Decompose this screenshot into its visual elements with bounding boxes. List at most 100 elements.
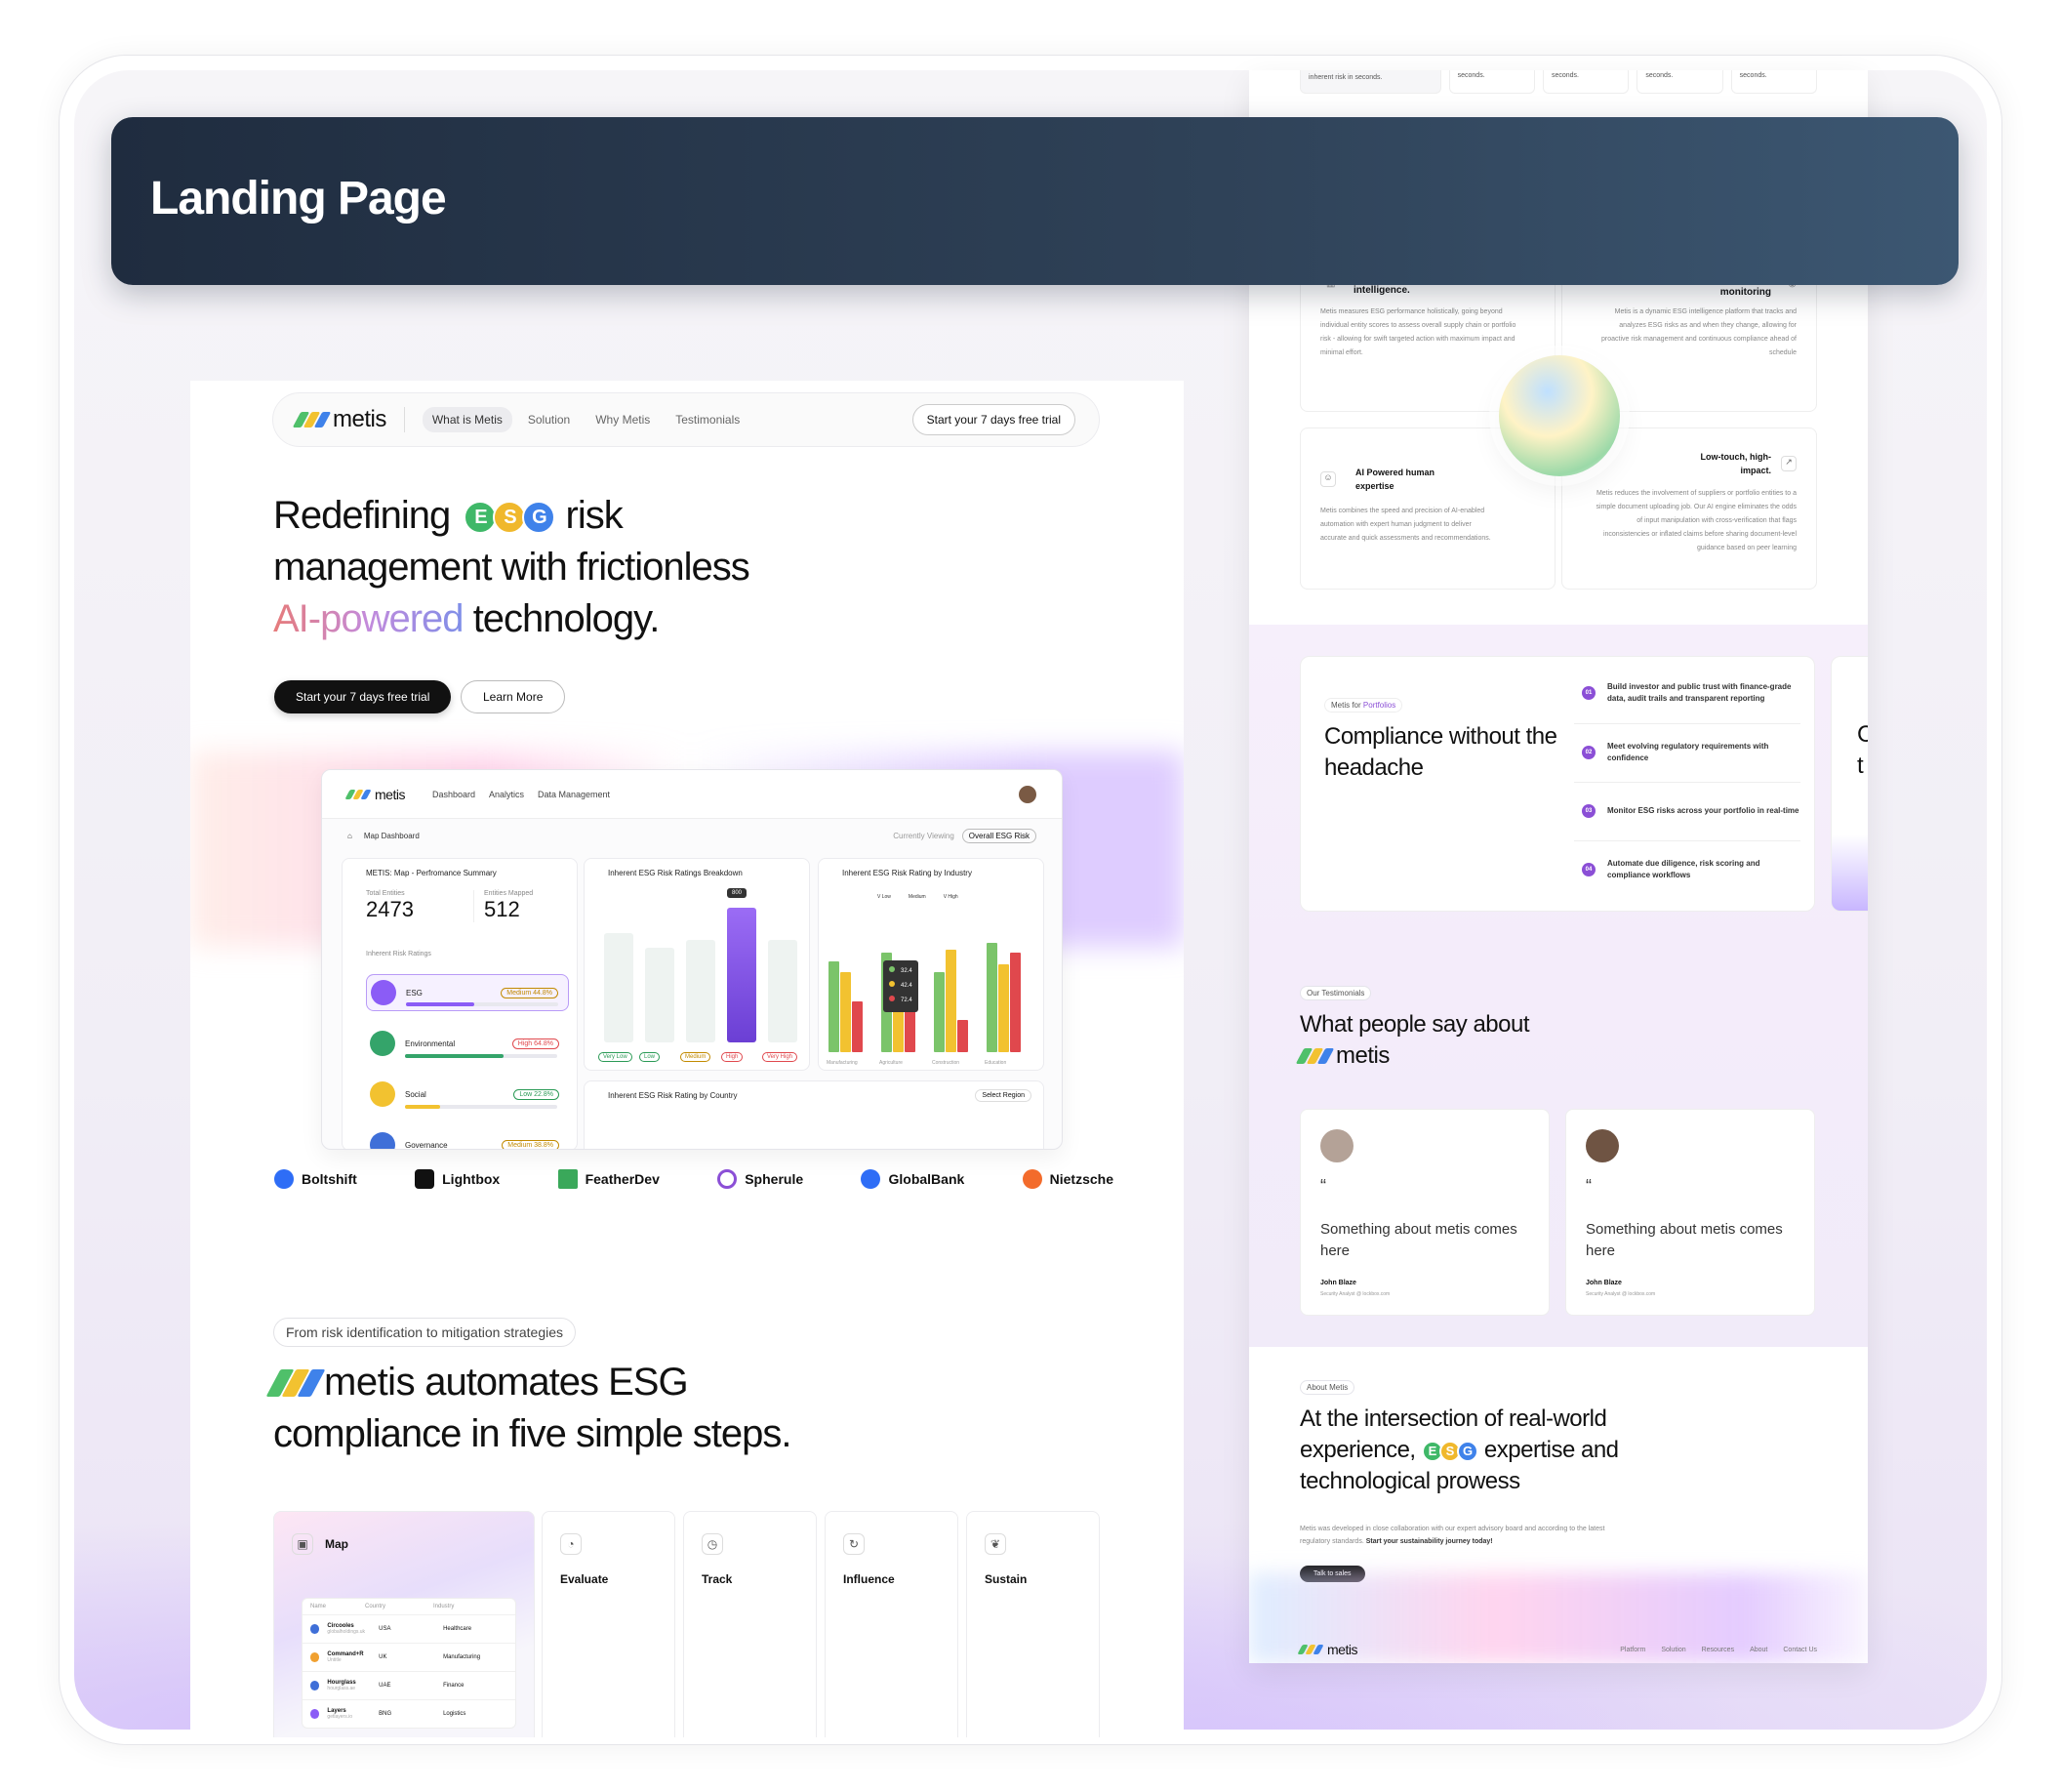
breakdown-bar[interactable] xyxy=(768,940,797,1042)
title-banner: Landing Page xyxy=(111,117,1959,285)
dash-nav-data-management[interactable]: Data Management xyxy=(538,790,610,799)
about-tag: About Metis xyxy=(1300,1380,1355,1395)
footer-logo[interactable]: metis xyxy=(1297,1642,1357,1657)
rating-row[interactable]: Governance Medium 38.8% xyxy=(366,1126,569,1149)
cube-icon xyxy=(415,1169,435,1189)
metis-logo: metis xyxy=(1295,1040,1529,1072)
rating-name: Social xyxy=(405,1089,426,1099)
testimonial-card: “ Something about metis comes here John … xyxy=(1300,1109,1550,1316)
table-row[interactable]: Command+R Untitle UK Manufacturing xyxy=(303,1643,515,1671)
industry-bar[interactable] xyxy=(1010,953,1021,1052)
breakdown-label: Low xyxy=(639,1052,661,1062)
clock-icon: ◷ xyxy=(702,1533,723,1555)
footer-link-resources[interactable]: Resources xyxy=(1702,1647,1734,1653)
logo-boltshift: Boltshift xyxy=(274,1169,357,1189)
summary-title: METIS: Map - Perfromance Summary xyxy=(366,869,497,877)
nav-item-testimonials[interactable]: Testimonials xyxy=(666,407,749,432)
footer-link-contact[interactable]: Contact Us xyxy=(1783,1647,1817,1653)
dash-nav-dashboard[interactable]: Dashboard xyxy=(432,790,475,799)
industry-card: Inherent ESG Risk Rating by Industry Man… xyxy=(818,858,1044,1071)
list-item-text: Automate due diligence, risk scoring and… xyxy=(1607,858,1760,879)
step-card-sustain[interactable]: ❦ Sustain xyxy=(966,1511,1100,1737)
step-number: 01 xyxy=(1582,686,1596,700)
industry-bar[interactable] xyxy=(828,961,839,1052)
company-icon xyxy=(310,1709,320,1719)
footer-link-about[interactable]: About xyxy=(1750,1647,1767,1653)
sun-icon xyxy=(1022,1169,1042,1189)
industry-xlabel: Agriculture xyxy=(879,1060,903,1066)
industry-bar[interactable] xyxy=(840,971,851,1052)
top-nav: metis What is Metis Solution Why Metis T… xyxy=(272,392,1100,447)
breakdown-tooltip: 800 xyxy=(727,888,748,898)
industry-bar[interactable] xyxy=(934,971,945,1052)
table-row[interactable]: Circooles globalholdings.uk USA Healthcare xyxy=(303,1614,515,1643)
breakdown-bar[interactable] xyxy=(686,940,715,1042)
nav-item-what-is-metis[interactable]: What is Metis xyxy=(422,407,512,432)
logo-lightbox: Lightbox xyxy=(415,1169,500,1189)
globe-icon xyxy=(861,1169,881,1189)
breakdown-bar[interactable] xyxy=(645,947,674,1042)
chart-icon: ↗ xyxy=(1781,456,1797,471)
table-row[interactable]: Layers getlayers.io BNG Logistics xyxy=(303,1699,515,1728)
logo-globalbank: GlobalBank xyxy=(861,1169,964,1189)
dash-nav-analytics[interactable]: Analytics xyxy=(489,790,524,799)
testimonials-tag: Our Testimonials xyxy=(1300,986,1372,1000)
hero-text-1: Redefining xyxy=(273,494,451,537)
sphere-icon xyxy=(717,1169,738,1189)
step-card-influence[interactable]: ↻ Influence xyxy=(825,1511,958,1737)
hero-text-4: technology. xyxy=(472,597,661,640)
select-region-button[interactable]: Select Region xyxy=(975,1089,1031,1102)
esg-badge: E S G xyxy=(1421,1440,1478,1462)
footer-link-solution[interactable]: Solution xyxy=(1661,1647,1685,1653)
industry-bar[interactable] xyxy=(987,942,997,1052)
industry-bar[interactable] xyxy=(998,964,1009,1052)
learn-more-button[interactable]: Learn More xyxy=(461,680,566,713)
step-card-map[interactable]: ▣ Map Name Country Industry Circooles glo… xyxy=(273,1511,535,1737)
industry-bar[interactable] xyxy=(852,1000,863,1052)
list-item-text: Monitor ESG risks across your portfolio … xyxy=(1607,805,1799,815)
viewing-pill[interactable]: Overall ESG Risk xyxy=(961,828,1036,843)
nav-trial-button[interactable]: Start your 7 days free trial xyxy=(911,404,1075,435)
nav-item-why-metis[interactable]: Why Metis xyxy=(586,407,660,432)
steps-heading: metis automates ESG compliance in five s… xyxy=(265,1357,791,1460)
list-item-text: Build investor and public trust with fin… xyxy=(1607,682,1792,703)
rating-row[interactable]: Social Low 22.8% xyxy=(366,1076,569,1113)
company-icon xyxy=(310,1624,320,1634)
rating-row[interactable]: ESG Medium 44.8% xyxy=(366,974,569,1011)
list-item: 04 Automate due diligence, risk scoring a… xyxy=(1574,840,1800,897)
industry-bar[interactable] xyxy=(946,950,956,1052)
rating-row[interactable]: Environmental High 64.8% xyxy=(366,1025,569,1062)
avatar[interactable] xyxy=(1019,785,1036,803)
step-card-evaluate[interactable]: ◔ Evaluate xyxy=(542,1511,675,1737)
list-item: 01 Build investor and public trust with f… xyxy=(1574,665,1800,721)
rating-icon xyxy=(370,1031,395,1056)
industry-tooltip: 32.4 42.4 72.4 xyxy=(883,960,918,1012)
hero-trial-button[interactable]: Start your 7 days free trial xyxy=(274,680,452,713)
metis-logo[interactable]: metis xyxy=(292,406,386,433)
footer-link-platform[interactable]: Platform xyxy=(1620,1647,1645,1653)
table-row[interactable]: Hourglass hourglass.ae UAE Finance xyxy=(303,1671,515,1699)
nav-item-solution[interactable]: Solution xyxy=(518,407,580,432)
company-icon xyxy=(310,1652,320,1662)
rating-icon xyxy=(370,1132,395,1149)
breakdown-label: High xyxy=(721,1052,744,1062)
metis-logo-icon xyxy=(292,412,332,428)
metis-logo-icon xyxy=(1297,1645,1324,1654)
feather-icon xyxy=(557,1169,578,1189)
rating-bar xyxy=(405,1054,557,1058)
total-entities-value: 2473 xyxy=(366,897,414,921)
breakdown-bar[interactable] xyxy=(727,908,756,1042)
home-icon[interactable]: ⌂ xyxy=(347,832,352,840)
country-card: Inherent ESG Risk Rating by Country Sele… xyxy=(584,1080,1044,1149)
footer: metis Platform Solution Resources About … xyxy=(1297,1642,1817,1657)
list-item-text: Meet evolving regulatory requirements wi… xyxy=(1607,741,1769,762)
metis-logo-icon xyxy=(344,789,372,799)
rating-name: Environmental xyxy=(405,1039,456,1048)
hero-text-3: management with frictionless xyxy=(273,546,750,589)
step-card-track[interactable]: ◷ Track xyxy=(683,1511,817,1737)
entity-table: Name Country Industry Circooles globalhol… xyxy=(302,1598,516,1729)
industry-bar[interactable] xyxy=(957,1020,968,1052)
brand-name: metis xyxy=(333,406,386,432)
status-badge: Medium 44.8% xyxy=(501,987,558,998)
breakdown-bar[interactable] xyxy=(604,932,633,1042)
